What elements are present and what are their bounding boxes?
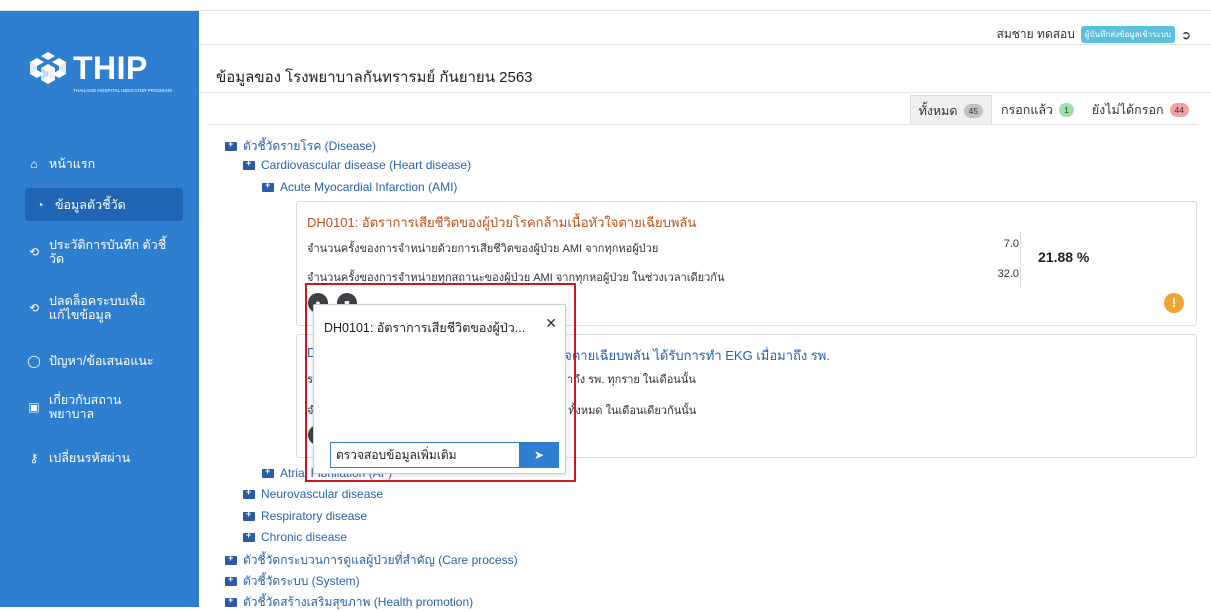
folder-plus-icon xyxy=(225,595,237,607)
count-badge: 45 xyxy=(963,103,983,118)
indicator-title: DH0101: อัตราการเสียชีวิตของผู้ป่วยโรคกล… xyxy=(307,215,697,230)
chat-icon: ◯ xyxy=(27,354,41,368)
folder-plus-icon xyxy=(225,574,237,586)
tab-not-filled[interactable]: ยังไม่ได้กรอก 44 xyxy=(1083,95,1198,125)
tree-node-ami[interactable]: Acute Myocardial Infarction (AMI) xyxy=(262,180,457,194)
thip-logo[interactable]: THIP THAILAND HOSPITAL INDICATOR PROGRAM xyxy=(27,50,187,98)
unlock-history-icon: ⟲ xyxy=(28,301,40,315)
tree-label: Respiratory disease xyxy=(261,509,368,523)
count-badge: 1 xyxy=(1059,103,1074,117)
folder-plus-icon xyxy=(262,466,274,478)
tree-node-respiratory[interactable]: Respiratory disease xyxy=(243,509,367,523)
tab-label: ยังไม่ได้กรอก xyxy=(1091,103,1164,117)
user-role-badge: ผู้บันทึกส่งข้อมูลเข้าระบบ xyxy=(1080,26,1175,43)
tree-label: ตัวชี้วัดรายโรค (Disease) xyxy=(243,139,377,153)
brand-subtitle: THAILAND HOSPITAL INDICATOR PROGRAM xyxy=(73,88,172,93)
user-name: สมชาย ทดสอบ xyxy=(996,27,1075,41)
tree-node-chronic[interactable]: Chronic disease xyxy=(243,530,347,544)
tree-label: Cardiovascular disease (Heart disease) xyxy=(261,158,472,172)
tab-label: ทั้งหมด xyxy=(918,103,958,118)
tree-label: Neurovascular disease xyxy=(261,487,384,501)
sidebar-item-unlock[interactable]: ⟲ ปลดล็อคระบบเพื่อ แก้ไขข้อมูล xyxy=(25,291,183,325)
tree-node-health-promotion[interactable]: ตัวชี้วัดสร้างเสริมสุขภาพ (Health promot… xyxy=(225,593,473,612)
user-info: สมชาย ทดสอบ ผู้บันทึกส่งข้อมูลเข้าระบบ ➲ xyxy=(997,25,1191,44)
page-title: ข้อมูลของ โรงพยาบาลกันทรารมย์ กันยายน 25… xyxy=(216,69,533,86)
top-bar: สมชาย ทดสอบ ผู้บันทึกส่งข้อมูลเข้าระบบ ➲ xyxy=(199,11,1211,45)
logo-cubes-icon xyxy=(30,52,66,84)
highlight-box xyxy=(305,283,576,482)
folder-plus-icon xyxy=(262,180,274,192)
divider xyxy=(199,92,1211,93)
sidebar-item-about-hospital[interactable]: ▣ เกี่ยวกับสถาน พยาบาล xyxy=(25,390,183,424)
result-percent: 21.88 % xyxy=(1038,249,1090,265)
tree-label: Acute Myocardial Infarction (AMI) xyxy=(280,180,458,194)
tree-node-care-process[interactable]: ตัวชี้วัดกระบวนการดูแลผู้ป่วยที่สำคัญ (C… xyxy=(225,551,518,570)
divider xyxy=(1020,232,1021,288)
sidebar-item-label: เปลี่ยนรหัสผ่าน xyxy=(49,451,131,465)
filter-tabs: ทั้งหมด 45 กรอกแล้ว 1 ยังไม่ได้กรอก 44 xyxy=(909,95,1198,125)
tree-node-cardio[interactable]: Cardiovascular disease (Heart disease) xyxy=(243,158,471,172)
window-top-edge xyxy=(0,0,1211,11)
tab-label: กรอกแล้ว xyxy=(1000,103,1054,117)
dashboard-icon: ◔ xyxy=(36,197,44,212)
count-badge: 44 xyxy=(1169,103,1189,117)
sidebar-item-label: ปัญหา/ข้อเสนอแนะ xyxy=(49,354,154,368)
sidebar-item-label: หน้าแรก xyxy=(49,157,96,171)
sidebar: THIP THAILAND HOSPITAL INDICATOR PROGRAM… xyxy=(0,11,199,607)
sidebar-item-feedback[interactable]: ◯ ปัญหา/ข้อเสนอแนะ xyxy=(25,352,183,370)
folder-plus-icon xyxy=(225,553,237,565)
folder-plus-icon xyxy=(243,487,255,499)
tree-label: Chronic disease xyxy=(261,530,348,544)
sidebar-item-home[interactable]: ⌂ หน้าแรก xyxy=(25,155,183,173)
sidebar-item-label: เกี่ยวกับสถาน พยาบาล xyxy=(49,393,122,421)
sidebar-item-indicator-data[interactable]: ◔ ข้อมูลตัวชี้วัด xyxy=(25,188,183,221)
folder-plus-icon xyxy=(243,158,255,170)
tree-label: ตัวชี้วัดสร้างเสริมสุขภาพ (Health promot… xyxy=(243,595,474,609)
numerator-value[interactable]: 7.0 xyxy=(979,238,1019,250)
tree-node-disease[interactable]: ตัวชี้วัดรายโรค (Disease) xyxy=(225,137,376,156)
numerator-label: จำนวนครั้งของการจำหน่ายด้วยการเสียชีวิตข… xyxy=(307,243,659,255)
tab-filled[interactable]: กรอกแล้ว 1 xyxy=(992,95,1083,125)
warning-icon[interactable]: ! xyxy=(1164,293,1184,313)
indicator-title-suffix: หัวใจตายเฉียบพลัน ได้รับการทำ EKG เมื่อม… xyxy=(542,348,830,363)
sidebar-item-label: ข้อมูลตัวชี้วัด xyxy=(55,197,126,212)
key-icon: ⚷ xyxy=(29,451,39,465)
divider xyxy=(208,124,1198,125)
hospital-icon: ▣ xyxy=(28,400,40,414)
home-icon: ⌂ xyxy=(30,157,38,171)
tree-label: ตัวชี้วัดระบบ (System) xyxy=(243,574,360,588)
sidebar-item-label: ประวัติการบันทึก ตัวชี้วัด xyxy=(49,238,167,266)
sidebar-item-history[interactable]: ⟲ ประวัติการบันทึก ตัวชี้วัด xyxy=(25,235,183,269)
history-icon: ⟲ xyxy=(28,245,40,259)
logout-icon[interactable]: ➲ xyxy=(1181,28,1191,42)
sidebar-item-label: ปลดล็อคระบบเพื่อ แก้ไขข้อมูล xyxy=(49,294,146,322)
sidebar-item-change-password[interactable]: ⚷ เปลี่ยนรหัสผ่าน xyxy=(25,449,183,467)
tree-node-neuro[interactable]: Neurovascular disease xyxy=(243,487,383,501)
folder-plus-icon xyxy=(243,530,255,542)
tab-all[interactable]: ทั้งหมด 45 xyxy=(909,95,992,125)
brand-name: THIP xyxy=(73,50,148,86)
folder-plus-icon xyxy=(225,139,237,151)
denominator-value[interactable]: 32.0 xyxy=(979,268,1019,280)
tree-node-system[interactable]: ตัวชี้วัดระบบ (System) xyxy=(225,572,360,591)
tree-label: ตัวชี้วัดกระบวนการดูแลผู้ป่วยที่สำคัญ (C… xyxy=(243,553,518,567)
folder-plus-icon xyxy=(243,509,255,521)
